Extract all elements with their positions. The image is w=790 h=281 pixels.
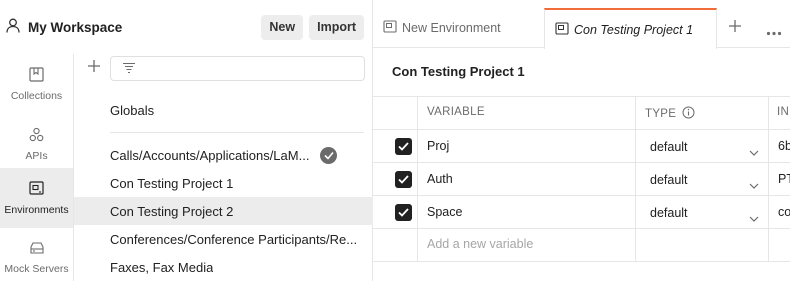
variable-name-cell[interactable]: Proj (427, 139, 449, 153)
globals-item[interactable]: Globals (74, 96, 364, 124)
sidebar-item-mock-servers[interactable]: Mock Servers (0, 228, 73, 281)
sidebar-item-label: APIs (25, 149, 48, 162)
sidebar-item-label: Mock Servers (4, 262, 69, 275)
environment-name: Calls/Accounts/Applications/LaM... (110, 147, 310, 163)
row-enabled-checkbox[interactable] (395, 171, 412, 188)
new-tab-plus-icon[interactable] (728, 19, 742, 36)
type-select[interactable]: default (650, 206, 688, 220)
row-divider (373, 261, 790, 262)
row-divider (373, 195, 790, 196)
type-select[interactable]: default (650, 140, 688, 154)
environment-name: Con Testing Project 2 (110, 203, 234, 219)
column-header-type: TYPE (645, 106, 695, 122)
column-header-label: TYPE (645, 108, 677, 120)
tab-label: Con Testing Project 1 (574, 22, 694, 37)
environment-tab-icon (383, 20, 402, 36)
environment-list-item[interactable]: Calls/Accounts/Applications/LaM... (74, 141, 364, 169)
column-header-initial: IN (777, 106, 789, 118)
sidebar-item-collections[interactable]: Collections (0, 54, 73, 114)
environment-name: Con Testing Project 1 (110, 175, 234, 191)
active-check-icon[interactable] (320, 147, 337, 164)
column-divider (417, 97, 418, 262)
row-enabled-checkbox[interactable] (395, 204, 412, 221)
column-header-variable: VARIABLE (427, 106, 485, 118)
tab-label: New Environment (402, 21, 501, 35)
list-toolbar (74, 54, 373, 84)
tab-new-environment[interactable]: New Environment (373, 8, 545, 48)
row-divider (373, 162, 790, 163)
collections-icon (29, 66, 44, 90)
sidebar-item-label: Collections (10, 89, 63, 102)
sidebar-item-label: Environments (4, 203, 69, 216)
info-icon[interactable] (682, 106, 695, 122)
sidebar-rail: Collections APIs Environments Mock Serve… (0, 54, 74, 281)
environment-name: Faxes, Fax Media (110, 259, 214, 275)
workspace-header: My Workspace New Import (0, 0, 373, 54)
variable-name-cell[interactable]: Space (427, 205, 462, 219)
type-select[interactable]: default (650, 173, 688, 187)
column-divider (768, 97, 769, 262)
sidebar-item-apis[interactable]: APIs (0, 114, 73, 174)
environment-list-item[interactable]: Conferences/Conference Participants/Re..… (74, 225, 364, 253)
variable-name-cell[interactable]: Auth (427, 172, 453, 186)
environment-list-item[interactable]: Faxes, Fax Media (74, 253, 364, 281)
chevron-down-icon[interactable] (749, 144, 759, 159)
initial-value-cell[interactable]: 6b (778, 139, 790, 153)
column-header-label: VARIABLE (427, 106, 485, 118)
row-enabled-checkbox[interactable] (395, 138, 412, 155)
tab-bar: New Environment Con Testing Project 1 (373, 0, 790, 49)
add-environment-icon[interactable] (86, 58, 104, 76)
environment-tab-icon (555, 21, 574, 38)
environment-list-item[interactable]: Con Testing Project 2 (74, 197, 373, 225)
variables-table: VARIABLE TYPE IN Proj default 6b Auth de… (373, 96, 790, 281)
list-divider (110, 132, 364, 133)
environments-icon (29, 180, 44, 204)
chevron-down-icon[interactable] (749, 210, 759, 225)
globals-label: Globals (110, 102, 155, 118)
more-tabs-icon[interactable] (766, 24, 782, 39)
workspace-title[interactable]: My Workspace (28, 20, 255, 35)
column-header-label: IN (777, 106, 790, 118)
apis-icon (29, 127, 44, 150)
filter-input[interactable] (110, 56, 365, 81)
environment-title[interactable]: Con Testing Project 1 (392, 64, 525, 79)
tab-con-testing-project-1[interactable]: Con Testing Project 1 (544, 8, 717, 49)
column-divider (635, 97, 636, 262)
user-icon (6, 18, 20, 36)
environment-list-panel: Globals Calls/Accounts/Applications/LaM.… (74, 54, 373, 281)
initial-value-cell[interactable]: co (778, 205, 790, 219)
row-divider (373, 129, 790, 130)
environment-list-item[interactable]: Con Testing Project 1 (74, 169, 364, 197)
environment-name: Conferences/Conference Participants/Re..… (110, 231, 358, 247)
import-button[interactable]: Import (309, 14, 364, 40)
sidebar-item-environments[interactable]: Environments (0, 168, 73, 228)
chevron-down-icon[interactable] (749, 177, 759, 192)
mock-servers-icon (29, 241, 45, 263)
initial-value-cell[interactable]: PT (778, 172, 790, 186)
add-variable-input[interactable]: Add a new variable (427, 237, 533, 251)
row-divider (373, 228, 790, 229)
new-button[interactable]: New (261, 14, 304, 40)
